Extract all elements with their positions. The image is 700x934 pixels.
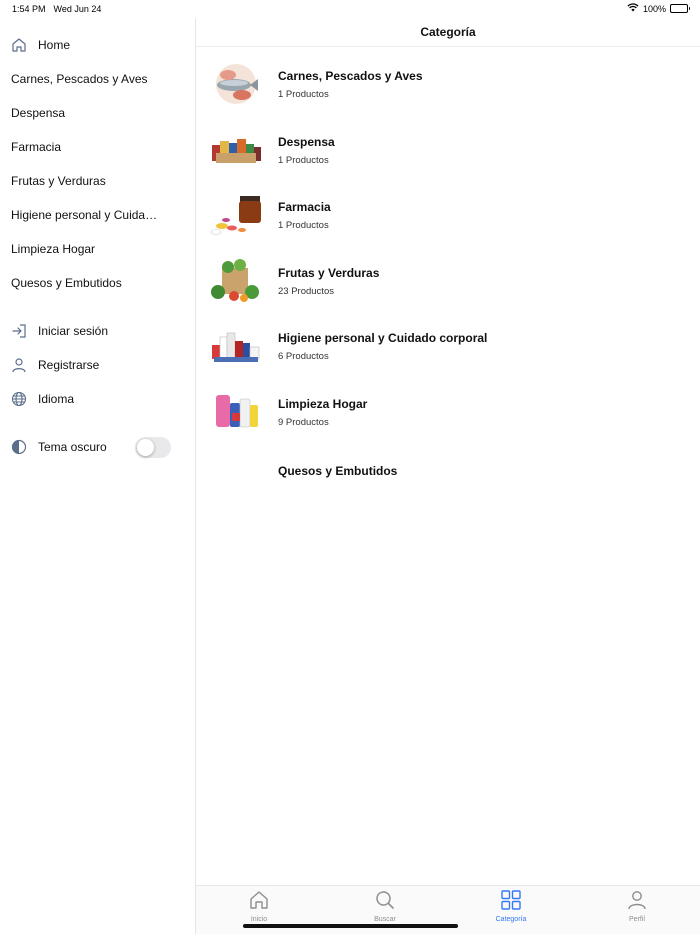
globe-icon [10, 390, 28, 408]
category-row[interactable]: Frutas y Verduras 23 Productos [196, 251, 700, 311]
category-row[interactable]: Carnes, Pescados y Aves 1 Productos [196, 54, 700, 114]
person-icon [626, 890, 648, 915]
hygiene-products-thumbnail [208, 323, 264, 369]
category-name: Carnes, Pescados y Aves [278, 68, 423, 83]
sidebar-item-label: Tema oscuro [38, 440, 107, 454]
dark-theme-toggle[interactable] [135, 436, 171, 458]
tab-categoria[interactable]: Categoría [448, 886, 574, 934]
category-count: 9 Productos [278, 416, 329, 428]
sidebar-item-carnes[interactable]: Carnes, Pescados y Aves [0, 64, 195, 94]
sidebar-item-language[interactable]: Idioma [0, 384, 195, 414]
status-date: Wed Jun 24 [53, 4, 102, 14]
sidebar-item-limpieza[interactable]: Limpieza Hogar [0, 234, 195, 264]
pills-bottle-thumbnail [208, 192, 264, 238]
category-row[interactable]: Limpieza Hogar 9 Productos [196, 382, 700, 442]
sidebar-item-label: Home [38, 38, 71, 52]
status-bar: 1:54 PM Wed Jun 24 100% [0, 0, 700, 18]
tab-label: Buscar [374, 916, 396, 923]
pantry-goods-thumbnail [208, 127, 264, 173]
sidebar-item-frutas[interactable]: Frutas y Verduras [0, 166, 195, 196]
fish-meat-thumbnail [208, 61, 264, 107]
cleaning-products-thumbnail [208, 389, 264, 435]
category-count: 1 Productos [278, 154, 329, 166]
sidebar-item-label: Quesos y Embutidos [11, 276, 122, 290]
sidebar: Home Carnes, Pescados y Aves Despensa Fa… [0, 18, 196, 934]
sidebar-item-label: Carnes, Pescados y Aves [11, 72, 148, 86]
sidebar-item-higiene[interactable]: Higiene personal y Cuidado corporal [0, 200, 195, 230]
sidebar-item-label: Idioma [38, 392, 75, 406]
category-name: Quesos y Embutidos [278, 464, 398, 478]
tab-label: Categoría [495, 916, 527, 923]
status-time: 1:54 PM [12, 4, 46, 14]
category-row[interactable]: Farmacia 1 Productos [196, 185, 700, 245]
battery-percent: 100% [642, 3, 666, 14]
category-name: Frutas y Verduras [278, 265, 380, 280]
main-content: Categoría Carnes, Pescados y Aves 1 Prod… [196, 18, 700, 934]
tab-label: Perfil [629, 916, 645, 923]
battery-icon [670, 4, 690, 13]
sidebar-item-label: Frutas y Verduras [11, 174, 106, 188]
category-thumbnail-empty [208, 448, 264, 494]
category-row[interactable]: Despensa 1 Productos [196, 120, 700, 180]
grid-icon [500, 890, 522, 915]
sidebar-item-label: Iniciar sesión [38, 324, 109, 338]
category-name: Despensa [278, 134, 335, 149]
contrast-icon [10, 438, 28, 456]
category-count: 1 Productos [278, 88, 329, 100]
category-row[interactable]: Higiene personal y Cuidado corporal 6 Pr… [196, 316, 700, 376]
category-row[interactable]: Quesos y Embutidos [196, 441, 700, 501]
sidebar-item-label: Higiene personal y Cuidado corporal [11, 208, 160, 222]
sidebar-item-quesos[interactable]: Quesos y Embutidos [0, 268, 195, 298]
page-title: Categoría [196, 18, 700, 47]
category-name: Limpieza Hogar [278, 396, 368, 411]
tab-label: Inicio [250, 916, 268, 923]
category-name: Higiene personal y Cuidado corporal [278, 330, 488, 345]
vegetable-bag-thumbnail [208, 258, 264, 304]
sidebar-item-label: Farmacia [11, 140, 62, 154]
wifi-icon [627, 3, 639, 14]
login-icon [10, 322, 28, 340]
category-count: 6 Productos [278, 350, 329, 362]
category-count: 23 Productos [278, 285, 334, 297]
sidebar-item-label: Despensa [11, 106, 66, 120]
sidebar-item-register[interactable]: Registrarse [0, 350, 195, 380]
sidebar-item-label: Registrarse [38, 358, 100, 372]
sidebar-item-home[interactable]: Home [0, 30, 195, 60]
tab-perfil[interactable]: Perfil [574, 886, 700, 934]
sidebar-item-label: Limpieza Hogar [11, 242, 96, 256]
home-indicator[interactable] [243, 924, 458, 928]
person-icon [10, 356, 28, 374]
home-icon [10, 36, 28, 54]
home-icon [248, 890, 270, 915]
category-count: 1 Productos [278, 219, 329, 231]
sidebar-item-farmacia[interactable]: Farmacia [0, 132, 195, 162]
category-name: Farmacia [278, 199, 331, 214]
sidebar-item-dark-theme: Tema oscuro [0, 432, 195, 462]
search-icon [374, 890, 396, 915]
sidebar-item-despensa[interactable]: Despensa [0, 98, 195, 128]
sidebar-item-login[interactable]: Iniciar sesión [0, 316, 195, 346]
